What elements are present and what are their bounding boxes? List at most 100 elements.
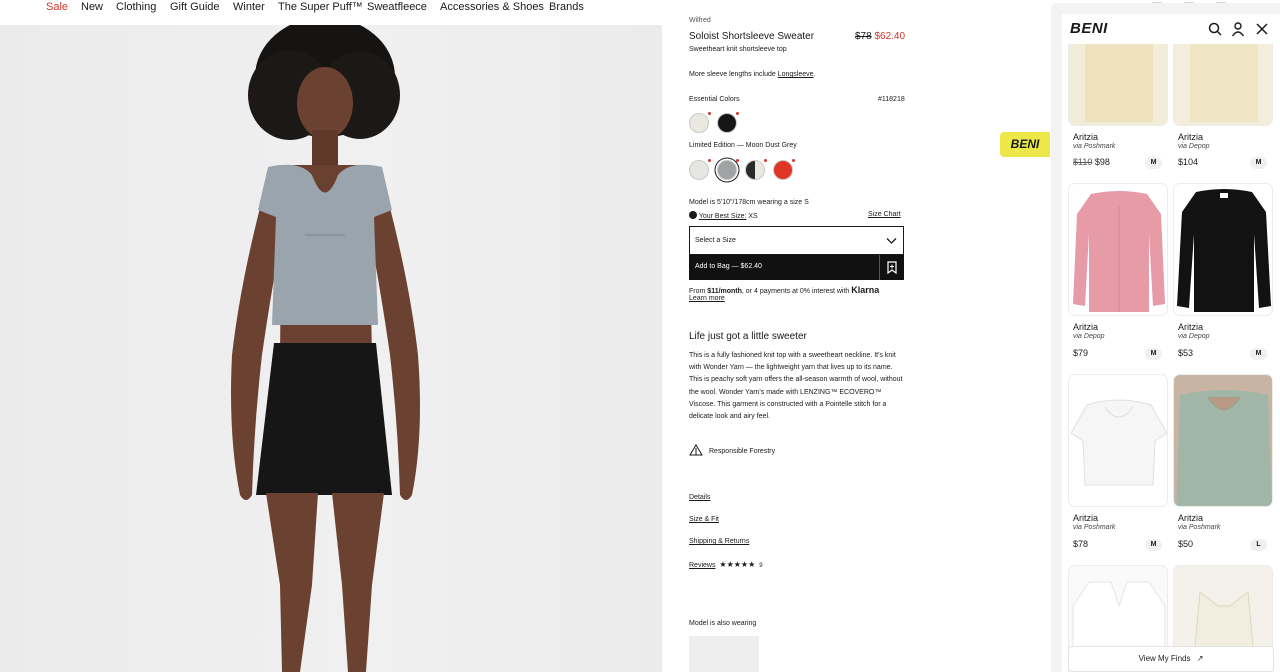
card-brand: Aritzia (1073, 322, 1099, 332)
responsible-forestry-row: Responsible Forestry (689, 444, 775, 456)
shipping-returns-link[interactable]: Shipping & Returns (689, 538, 749, 545)
nav-clothing[interactable]: Clothing (116, 1, 156, 13)
forestry-icon (689, 444, 703, 456)
view-my-finds-button[interactable]: View My Finds ↗ (1068, 646, 1274, 672)
swatch-marker (736, 159, 739, 162)
fit-badge-icon (689, 211, 697, 219)
review-count: 9 (759, 563, 763, 569)
card-brand: Aritzia (1178, 513, 1204, 523)
garment-icon (1070, 399, 1167, 486)
klarna-amount: $11/month (707, 288, 742, 295)
also-wearing-thumbnail[interactable] (689, 636, 759, 672)
card-size-badge: L (1250, 539, 1267, 551)
swatch-limited-light[interactable] (689, 160, 709, 180)
longsleeve-link[interactable]: Longsleeve (778, 71, 814, 78)
close-icon[interactable] (1254, 21, 1270, 37)
card-price: $104 (1178, 157, 1199, 167)
swatch-moon-dust-grey[interactable] (717, 160, 737, 180)
rating-stars: ★★★★★ (719, 560, 756, 569)
swatch-limited-red[interactable] (773, 160, 793, 180)
forestry-label: Responsible Forestry (708, 448, 776, 455)
card-size-badge: M (1250, 157, 1267, 169)
nav-super-puff[interactable]: The Super Puff™ (278, 1, 363, 13)
product-id: #118218 (878, 96, 905, 103)
model-size-info: Model is 5'10"/178cm wearing a size S (689, 199, 809, 206)
swatch-marker (708, 112, 711, 115)
wishlist-button[interactable] (879, 255, 904, 280)
original-price: $78 (855, 31, 872, 42)
card-brand: Aritzia (1073, 132, 1099, 142)
card-price: $79 (1073, 348, 1089, 358)
best-size-label[interactable]: Your Best Size: (699, 213, 747, 220)
product-image-pink-cardigan[interactable] (1068, 183, 1168, 316)
add-to-bag-button[interactable]: Add to Bag — $62.40 (689, 255, 904, 280)
nav-new[interactable]: New (81, 1, 103, 13)
beni-widget: BENI Aritzia via Poshmark $110 $98 M Ari… (1062, 14, 1280, 672)
model-illustration (231, 25, 420, 672)
reviews-row[interactable]: Reviews ★★★★★ 9 (689, 560, 763, 569)
swatch-essential-black[interactable] (717, 113, 737, 133)
card-old-price: $110 (1073, 157, 1093, 167)
garment-icon (1174, 375, 1272, 506)
price-block: $78 $62.40 (855, 31, 905, 42)
add-to-bag-label: Add to Bag — $62.40 (695, 263, 762, 270)
swatch-marker (764, 159, 767, 162)
learn-more-link[interactable]: Learn more (689, 295, 725, 302)
description-headline: Life just got a little sweeter (689, 331, 807, 342)
view-my-finds-label: View My Finds (1138, 654, 1191, 663)
swatch-limited-split[interactable] (745, 160, 765, 180)
product-description: This is a fully fashioned knit top with … (689, 352, 903, 421)
card-size-badge: M (1145, 157, 1162, 169)
product-brand[interactable]: Wilfred (689, 17, 711, 24)
beni-logo: BENI (1070, 20, 1108, 37)
reviews-link[interactable]: Reviews (689, 562, 715, 569)
card-source: via Depop (1178, 333, 1210, 340)
klarna-rest: , or 4 payments at 0% interest with (741, 288, 850, 295)
size-select[interactable]: Select a Size (689, 226, 904, 255)
product-name: Soloist Shortsleeve Sweater (689, 31, 815, 42)
product-image-white-top[interactable] (1068, 374, 1168, 507)
card-price: $78 (1073, 539, 1089, 549)
beni-tab-logo[interactable]: BENI (1000, 132, 1050, 157)
card-source: via Depop (1178, 143, 1210, 150)
product-info-panel: Wilfred Soloist Shortsleeve Sweater $78 … (689, 0, 905, 672)
beni-header: BENI (1062, 14, 1280, 44)
nav-sale[interactable]: Sale (46, 1, 68, 13)
more-lengths-text: More sleeve lengths include Longsleeve. (689, 71, 816, 78)
nav-brands[interactable]: Brands (549, 1, 584, 13)
swatch-marker (792, 159, 795, 162)
card-source: via Poshmark (1178, 524, 1221, 531)
card-brand: Aritzia (1178, 132, 1204, 142)
bookmark-icon (887, 261, 897, 274)
card-current-price: $98 (1094, 157, 1110, 167)
card-size-badge: M (1145, 348, 1162, 360)
swatch-marker (736, 112, 739, 115)
card-price: $50 (1178, 539, 1194, 549)
klarna-logo: Klarna (851, 285, 880, 295)
swatch-marker (708, 159, 711, 162)
nav-gift-guide[interactable]: Gift Guide (170, 1, 220, 13)
card-source: via Poshmark (1073, 524, 1116, 531)
product-image-black-cardigan[interactable] (1173, 183, 1273, 316)
product-photo[interactable] (0, 25, 662, 672)
nav-accessories-shoes[interactable]: Accessories & Shoes (440, 1, 544, 13)
search-icon[interactable] (1207, 21, 1223, 37)
klarna-text: From $11/month, or 4 payments at 0% inte… (689, 285, 879, 295)
card-size-badge: M (1250, 348, 1267, 360)
garment-icon (1073, 191, 1165, 312)
details-link[interactable]: Details (689, 494, 710, 501)
garment-icon (1177, 189, 1271, 312)
nav-sweatfleece[interactable]: Sweatfleece (367, 1, 427, 13)
product-image-sage-top[interactable] (1173, 374, 1273, 507)
size-fit-link[interactable]: Size & Fit (689, 516, 719, 523)
best-size-row: Your Best Size: XS (689, 211, 758, 220)
card-brand: Aritzia (1073, 513, 1099, 523)
more-lengths-suffix: . (813, 71, 816, 78)
nav-winter[interactable]: Winter (233, 1, 265, 13)
chevron-down-icon (886, 238, 897, 244)
card-source: via Depop (1073, 333, 1105, 340)
best-size-value: XS (748, 213, 758, 220)
user-icon[interactable] (1230, 21, 1246, 37)
size-chart-link[interactable]: Size Chart (868, 211, 901, 218)
swatch-essential-ivory[interactable] (689, 113, 709, 133)
